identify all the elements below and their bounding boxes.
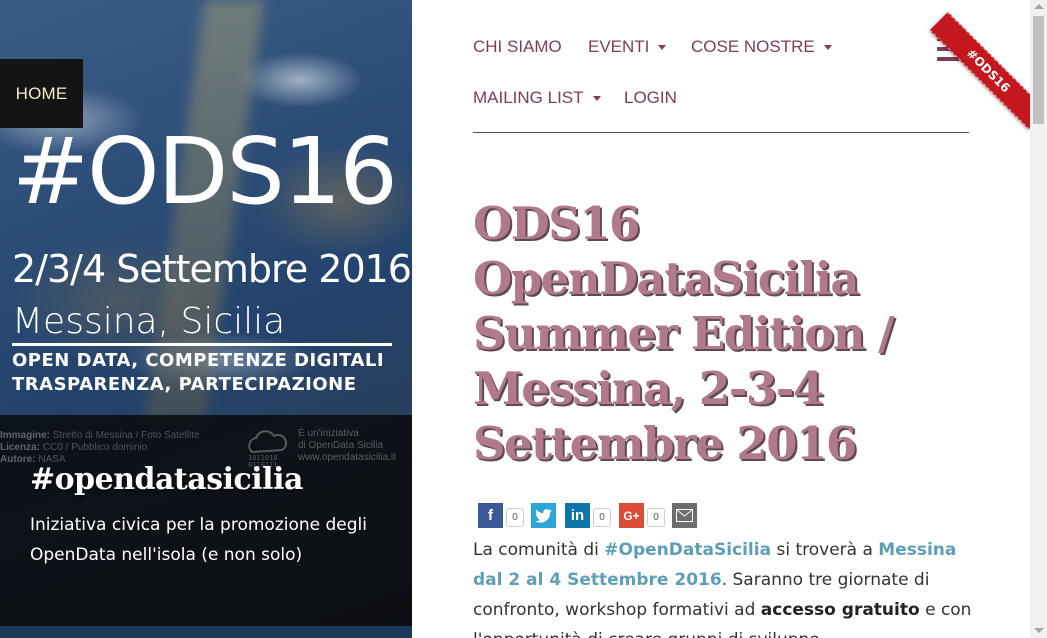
linkedin-share-button[interactable]: in bbox=[565, 503, 590, 528]
hero-divider bbox=[12, 343, 392, 346]
nav-eventi[interactable]: EVENTI bbox=[588, 37, 667, 57]
initiative-line-1: È un'iniziativa bbox=[298, 428, 359, 439]
email-share-button[interactable] bbox=[672, 503, 697, 528]
article-intro: La comunità di #OpenDataSicilia si trove… bbox=[473, 535, 973, 638]
intro-text-2: si troverà a bbox=[771, 540, 879, 560]
credits-image-label: Immagine: bbox=[0, 430, 51, 441]
nav-mailing-list[interactable]: MAILING LIST bbox=[473, 88, 601, 108]
nav-chi-siamo[interactable]: CHI SIAMO bbox=[473, 37, 562, 57]
facebook-icon: f bbox=[488, 507, 493, 524]
sidebar-bottom-strip bbox=[0, 626, 412, 638]
credits-license-label: Licenza: bbox=[0, 442, 41, 453]
hero-title: #ODS16 bbox=[12, 118, 398, 225]
nav-cose-nostre-label: COSE NOSTRE bbox=[691, 37, 815, 56]
scrollbar-thumb[interactable] bbox=[1033, 16, 1044, 124]
google-plus-share-count: 0 bbox=[647, 508, 665, 527]
hero-tagline-1: OPEN DATA, COMPETENZE DIGITALI bbox=[12, 350, 385, 371]
initiative-line-2: di OpenData Sicilia bbox=[298, 440, 384, 451]
credits-license: CC0 / Pubblico dominio bbox=[40, 442, 148, 453]
caret-down-icon bbox=[823, 44, 832, 50]
nav-login[interactable]: LOGIN bbox=[624, 88, 677, 108]
caret-down-icon bbox=[658, 44, 667, 50]
nav-eventi-label: EVENTI bbox=[588, 37, 650, 56]
free-access-text: accesso gratuito bbox=[760, 600, 920, 620]
caret-down-icon bbox=[592, 95, 601, 101]
opendatasicilia-link[interactable]: #OpenDataSicilia bbox=[604, 540, 771, 560]
nav-login-label: LOGIN bbox=[624, 88, 677, 107]
hero-tagline-2: TRASPARENZA, PARTECIPAZIONE bbox=[12, 374, 357, 395]
envelope-icon bbox=[676, 509, 693, 522]
image-credits: Immagine: Stretto di Messina / Foto Sate… bbox=[0, 430, 230, 466]
twitter-icon bbox=[535, 508, 552, 523]
nav-cose-nostre[interactable]: COSE NOSTRE bbox=[691, 37, 832, 57]
initiative-line-3: www.opendatasicilia.it bbox=[298, 452, 396, 463]
page-title: ODS16 OpenDataSicilia Summer Edition / M… bbox=[473, 197, 895, 470]
twitter-share-button[interactable] bbox=[531, 503, 556, 528]
google-plus-share-button[interactable]: G+ bbox=[619, 503, 644, 528]
scroll-down-arrow-icon[interactable] bbox=[1034, 628, 1044, 633]
facebook-share-count: 0 bbox=[506, 508, 524, 527]
facebook-share-button[interactable]: f bbox=[478, 503, 503, 528]
linkedin-share-count: 0 bbox=[593, 508, 611, 527]
site-title[interactable]: #opendatasicilia bbox=[30, 462, 303, 497]
hero-dates: 2/3/4 Settembre 2016 bbox=[12, 247, 412, 291]
linkedin-icon: in bbox=[570, 507, 585, 524]
intro-text-1: La comunità di bbox=[473, 540, 605, 560]
scroll-up-arrow-icon[interactable] bbox=[1034, 4, 1044, 9]
nav-mailing-list-label: MAILING LIST bbox=[473, 88, 584, 107]
nav-divider bbox=[473, 132, 969, 133]
hero-place: Messina, Sicilia bbox=[12, 301, 286, 342]
nav-chi-siamo-label: CHI SIAMO bbox=[473, 37, 562, 56]
google-plus-icon: G+ bbox=[623, 508, 640, 523]
initiative-credits: È un'iniziativa di OpenData Sicilia www.… bbox=[298, 428, 396, 464]
site-description: Iniziativa civica per la promozione degl… bbox=[30, 515, 367, 565]
credits-image: Stretto di Messina / Foto Satellite bbox=[50, 430, 200, 441]
